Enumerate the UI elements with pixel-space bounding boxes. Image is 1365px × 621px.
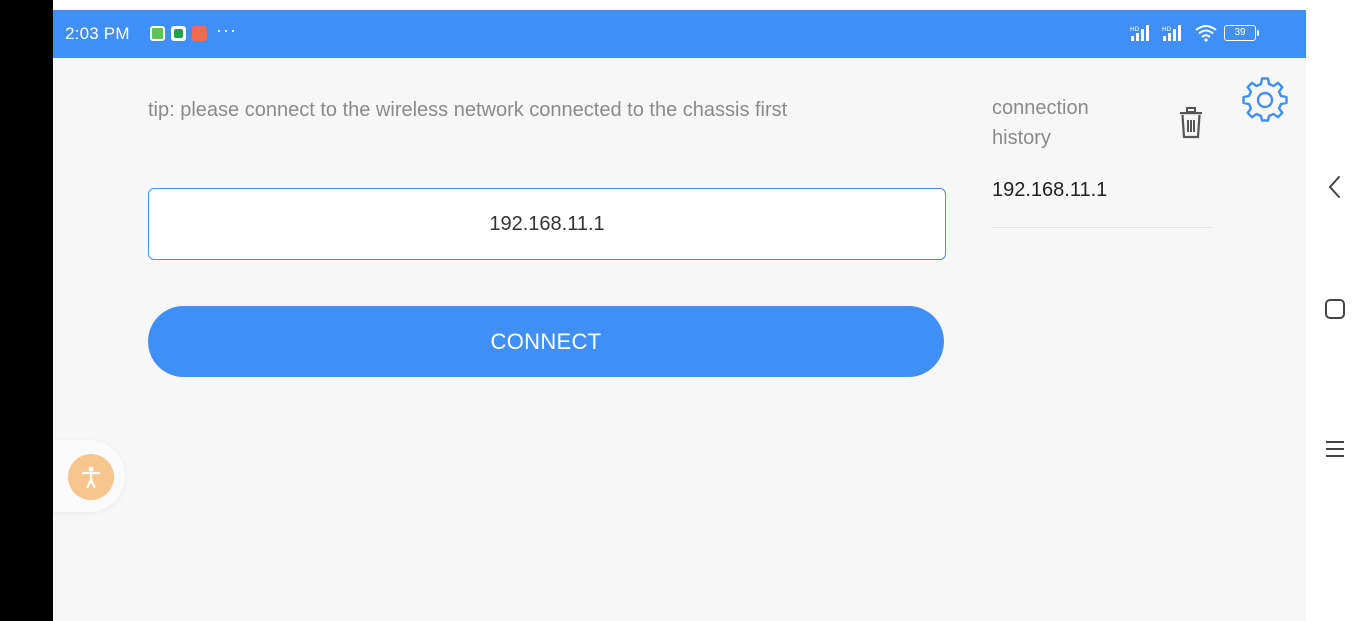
app-notification-icon — [192, 26, 207, 41]
accessibility-icon — [81, 466, 101, 489]
home-icon[interactable] — [1324, 298, 1346, 320]
status-time: 2:03 PM — [65, 24, 130, 43]
accessibility-button[interactable] — [68, 454, 114, 500]
svg-text:HD: HD — [1162, 26, 1172, 33]
app-screen: 2:03 PM ··· HD HD 39 tip: please connect… — [53, 10, 1306, 621]
trash-icon[interactable] — [1178, 106, 1204, 140]
signal-hd-icon: HD — [1130, 25, 1149, 41]
gear-icon[interactable] — [1242, 77, 1288, 123]
navigation-bar — [1306, 0, 1365, 621]
back-icon[interactable] — [1324, 174, 1346, 200]
history-list-item[interactable]: 192.168.11.1 — [992, 173, 1213, 228]
svg-text:HD: HD — [1130, 26, 1140, 33]
connection-tip: tip: please connect to the wireless netw… — [148, 99, 788, 121]
ip-address-input[interactable] — [148, 188, 946, 260]
app-notification-icon — [171, 26, 186, 41]
connection-history-title: connection history — [992, 97, 1089, 149]
left-bezel — [0, 0, 53, 621]
status-bar: 2:03 PM ··· HD HD 39 — [53, 10, 1306, 58]
app-notification-icon — [150, 26, 165, 41]
status-indicators: HD HD 39 — [1130, 21, 1259, 45]
wifi-icon — [1195, 25, 1217, 42]
signal-hd-icon: HD — [1162, 25, 1181, 41]
menu-icon[interactable] — [1324, 438, 1346, 460]
more-notifications-icon: ··· — [216, 20, 237, 40]
battery-level: 39 — [1234, 27, 1246, 38]
floating-accessibility-panel — [53, 440, 125, 512]
connect-button[interactable]: CONNECT — [148, 306, 944, 377]
battery-icon: 39 — [1224, 25, 1259, 41]
